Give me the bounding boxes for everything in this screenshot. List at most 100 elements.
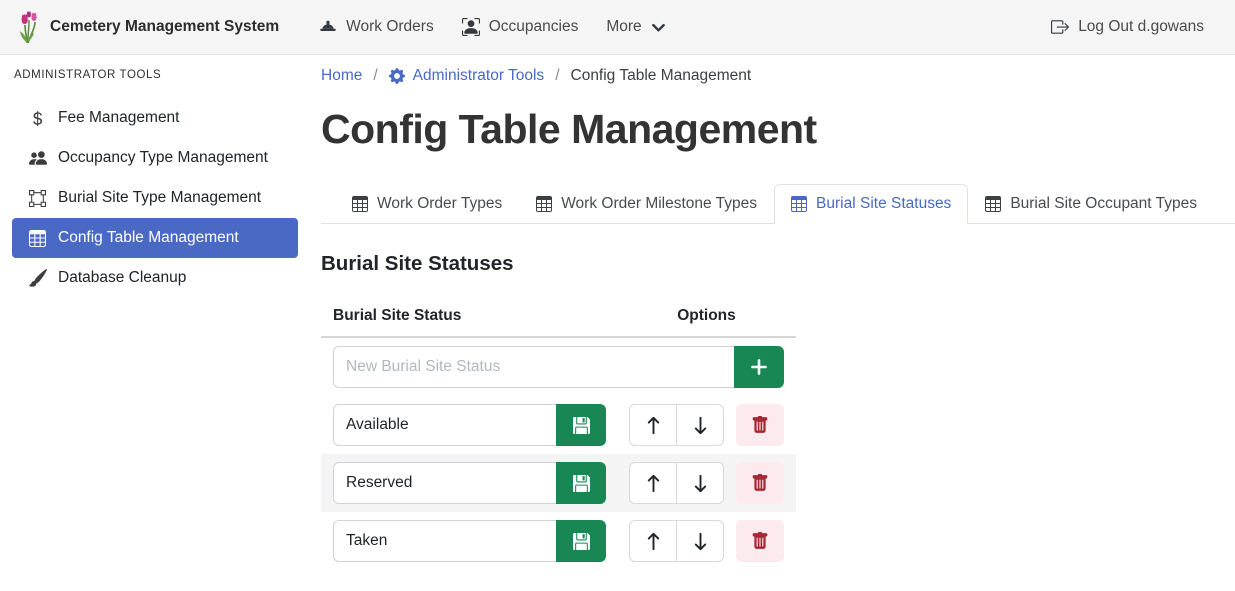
trash-icon	[751, 474, 769, 492]
logout-link[interactable]: Log Out d.gowans	[1037, 10, 1218, 44]
arrow-down-icon	[691, 532, 710, 551]
status-row-taken	[321, 512, 796, 570]
delete-status-button[interactable]	[736, 462, 784, 504]
delete-status-button[interactable]	[736, 520, 784, 562]
sidebar-item-database-cleanup[interactable]: Database Cleanup	[12, 258, 298, 298]
plus-icon	[750, 358, 768, 376]
status-value-input[interactable]	[333, 462, 556, 504]
new-status-row	[321, 338, 796, 396]
section-heading: Burial Site Statuses	[321, 252, 1235, 276]
breadcrumb-home-link[interactable]: Home	[321, 67, 362, 85]
logout-label: Log Out d.gowans	[1078, 18, 1204, 36]
nav-more[interactable]: More	[592, 10, 679, 44]
people-icon	[27, 149, 48, 167]
app-title: Cemetery Management System	[50, 18, 279, 36]
save-icon	[573, 475, 590, 492]
tab-label: Burial Site Occupant Types	[1010, 195, 1197, 213]
dollar-icon	[27, 110, 48, 127]
tulips-logo-icon	[17, 10, 41, 44]
brush-icon	[27, 269, 48, 287]
move-down-button[interactable]	[676, 520, 724, 562]
sidebar-item-label: Config Table Management	[58, 229, 239, 247]
add-status-button[interactable]	[734, 346, 784, 388]
tab-label: Work Order Types	[377, 195, 502, 213]
person-bounding-box-icon	[462, 18, 480, 36]
gear-icon	[389, 68, 405, 84]
trash-icon	[751, 532, 769, 550]
sidebar-item-label: Database Cleanup	[58, 269, 186, 287]
save-status-button[interactable]	[556, 520, 606, 562]
move-down-button[interactable]	[676, 462, 724, 504]
arrow-up-icon	[644, 416, 663, 435]
status-row-available	[321, 396, 796, 454]
reorder-button-group	[629, 404, 724, 446]
table-icon	[27, 230, 48, 247]
nav-occupancies[interactable]: Occupancies	[448, 10, 593, 44]
burial-site-status-table: Burial Site Status Options	[321, 299, 796, 570]
table-icon	[791, 196, 807, 212]
reorder-button-group	[629, 462, 724, 504]
sidebar-item-fee-management[interactable]: Fee Management	[12, 98, 298, 138]
arrow-up-icon	[644, 474, 663, 493]
status-value-input[interactable]	[333, 404, 556, 446]
save-icon	[573, 533, 590, 550]
tab-work-order-milestone-types[interactable]: Work Order Milestone Types	[519, 184, 774, 224]
table-icon	[352, 196, 368, 212]
save-status-button[interactable]	[556, 462, 606, 504]
breadcrumb-separator: /	[555, 67, 559, 85]
status-row-reserved	[321, 454, 796, 512]
breadcrumb-admin-tools-label: Administrator Tools	[413, 67, 545, 85]
sidebar-item-label: Burial Site Type Management	[58, 189, 261, 207]
sidebar-item-occupancy-type-management[interactable]: Occupancy Type Management	[12, 138, 298, 178]
column-header-options: Options	[629, 307, 784, 325]
nav-work-orders[interactable]: Work Orders	[305, 10, 448, 44]
delete-status-button[interactable]	[736, 404, 784, 446]
move-up-button[interactable]	[629, 404, 677, 446]
breadcrumb: Home / Administrator Tools / Config Tabl…	[321, 65, 1235, 87]
arrow-up-icon	[644, 532, 663, 551]
main-content: Home / Administrator Tools / Config Tabl…	[310, 55, 1235, 591]
chevron-down-icon	[651, 20, 666, 35]
save-status-button[interactable]	[556, 404, 606, 446]
bounding-box-icon	[27, 190, 48, 207]
sidebar-item-config-table-management[interactable]: Config Table Management	[12, 218, 298, 258]
breadcrumb-admin-tools-link[interactable]: Administrator Tools	[389, 67, 545, 85]
arrow-down-icon	[691, 474, 710, 493]
nav-more-label: More	[606, 18, 641, 36]
nav-work-orders-label: Work Orders	[346, 18, 434, 36]
breadcrumb-separator: /	[373, 67, 377, 85]
tab-work-order-types[interactable]: Work Order Types	[335, 184, 519, 224]
trash-icon	[751, 416, 769, 434]
sidebar: ADMINISTRATOR TOOLS Fee Management Occup…	[0, 55, 310, 591]
status-value-input[interactable]	[333, 520, 556, 562]
tab-label: Work Order Milestone Types	[561, 195, 757, 213]
page-title: Config Table Management	[321, 106, 1235, 153]
column-header-burial-site-status: Burial Site Status	[333, 307, 629, 325]
app-brand[interactable]: Cemetery Management System	[17, 10, 279, 44]
move-up-button[interactable]	[629, 462, 677, 504]
move-down-button[interactable]	[676, 404, 724, 446]
sidebar-item-label: Occupancy Type Management	[58, 149, 268, 167]
arrow-down-icon	[691, 416, 710, 435]
table-icon	[536, 196, 552, 212]
sidebar-item-burial-site-type-management[interactable]: Burial Site Type Management	[12, 178, 298, 218]
breadcrumb-current: Config Table Management	[571, 67, 752, 85]
box-arrow-right-icon	[1051, 18, 1069, 36]
hard-hat-icon	[319, 18, 337, 36]
top-navbar: Cemetery Management System Work Orders O…	[0, 0, 1235, 55]
table-header-row: Burial Site Status Options	[321, 299, 796, 338]
sidebar-item-label: Fee Management	[58, 109, 180, 127]
navbar-links: Work Orders Occupancies More	[305, 10, 680, 44]
reorder-button-group	[629, 520, 724, 562]
navbar-right: Log Out d.gowans	[1037, 10, 1218, 44]
save-icon	[573, 417, 590, 434]
nav-occupancies-label: Occupancies	[489, 18, 579, 36]
tab-label: Burial Site Statuses	[816, 195, 951, 213]
sidebar-heading: ADMINISTRATOR TOOLS	[14, 69, 298, 81]
new-burial-site-status-input[interactable]	[333, 346, 734, 388]
tab-burial-site-statuses[interactable]: Burial Site Statuses	[774, 184, 968, 224]
tab-bar: Work Order Types Work Order Milestone Ty…	[321, 184, 1235, 224]
tab-burial-site-occupant-types[interactable]: Burial Site Occupant Types	[968, 184, 1214, 224]
move-up-button[interactable]	[629, 520, 677, 562]
table-icon	[985, 196, 1001, 212]
